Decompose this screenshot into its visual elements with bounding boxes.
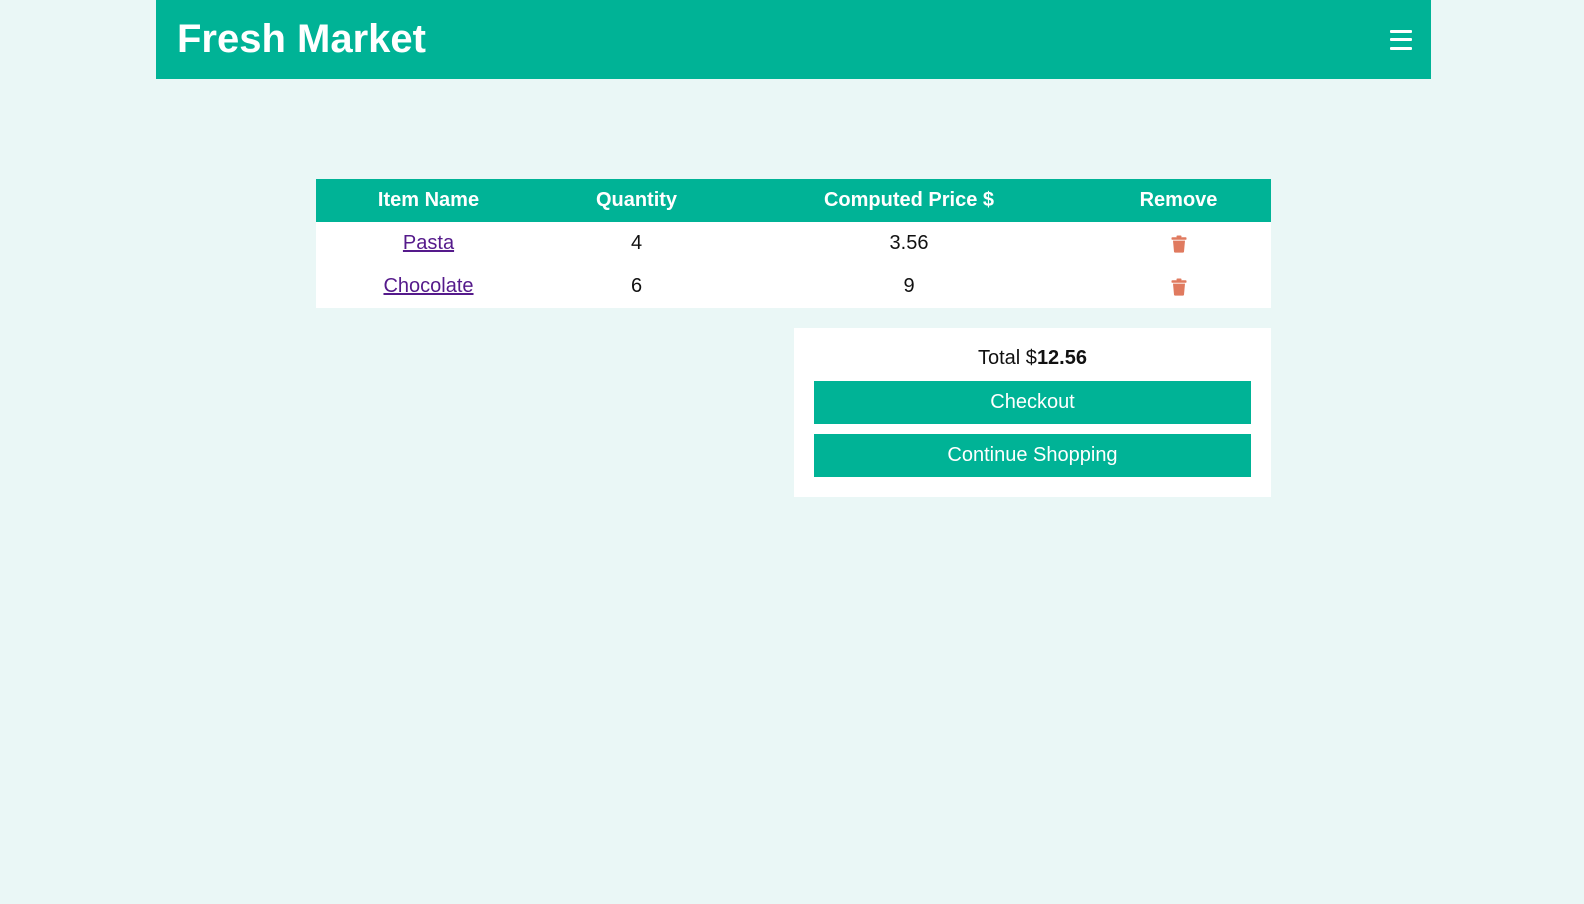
total-value: 12.56	[1036, 347, 1087, 369]
menu-line	[1390, 46, 1412, 50]
order-total: Total $12.56	[814, 346, 1251, 370]
table-row: Pasta 4 3.56	[316, 222, 1271, 265]
top-bar: Fresh Market	[156, 0, 1431, 79]
column-header-quantity: Quantity	[595, 189, 678, 211]
column-header-remove: Remove	[1139, 189, 1218, 211]
trash-icon[interactable]	[1171, 235, 1187, 253]
item-quantity: 6	[630, 275, 643, 297]
trash-icon[interactable]	[1171, 278, 1187, 296]
column-header-computed-price: Computed Price $	[823, 189, 995, 211]
column-header-item-name: Item Name	[377, 189, 480, 211]
table-row: Chocolate 6 9	[316, 265, 1271, 308]
item-quantity: 4	[630, 232, 643, 254]
menu-line	[1390, 29, 1412, 33]
item-price: 9	[903, 275, 915, 297]
hamburger-menu-icon[interactable]	[1390, 29, 1412, 50]
brand-title[interactable]: Fresh Market	[177, 17, 426, 62]
item-name-cell: Pasta	[316, 222, 541, 265]
menu-line	[1390, 38, 1412, 41]
item-price: 3.56	[889, 232, 929, 254]
cart-table: Item Name Quantity Computed Price $ Remo…	[316, 179, 1271, 308]
remove-cell	[1086, 265, 1271, 308]
checkout-button[interactable]: Checkout	[814, 381, 1251, 424]
order-summary: Total $12.56 Checkout Continue Shopping	[794, 328, 1271, 497]
table-header-row: Item Name Quantity Computed Price $ Remo…	[316, 179, 1271, 222]
continue-shopping-button[interactable]: Continue Shopping	[814, 434, 1251, 477]
item-name-cell: Chocolate	[316, 265, 541, 308]
item-link[interactable]: Chocolate	[383, 275, 473, 297]
remove-cell	[1086, 222, 1271, 265]
item-link[interactable]: Pasta	[403, 232, 454, 254]
total-label: Total $	[978, 347, 1037, 369]
